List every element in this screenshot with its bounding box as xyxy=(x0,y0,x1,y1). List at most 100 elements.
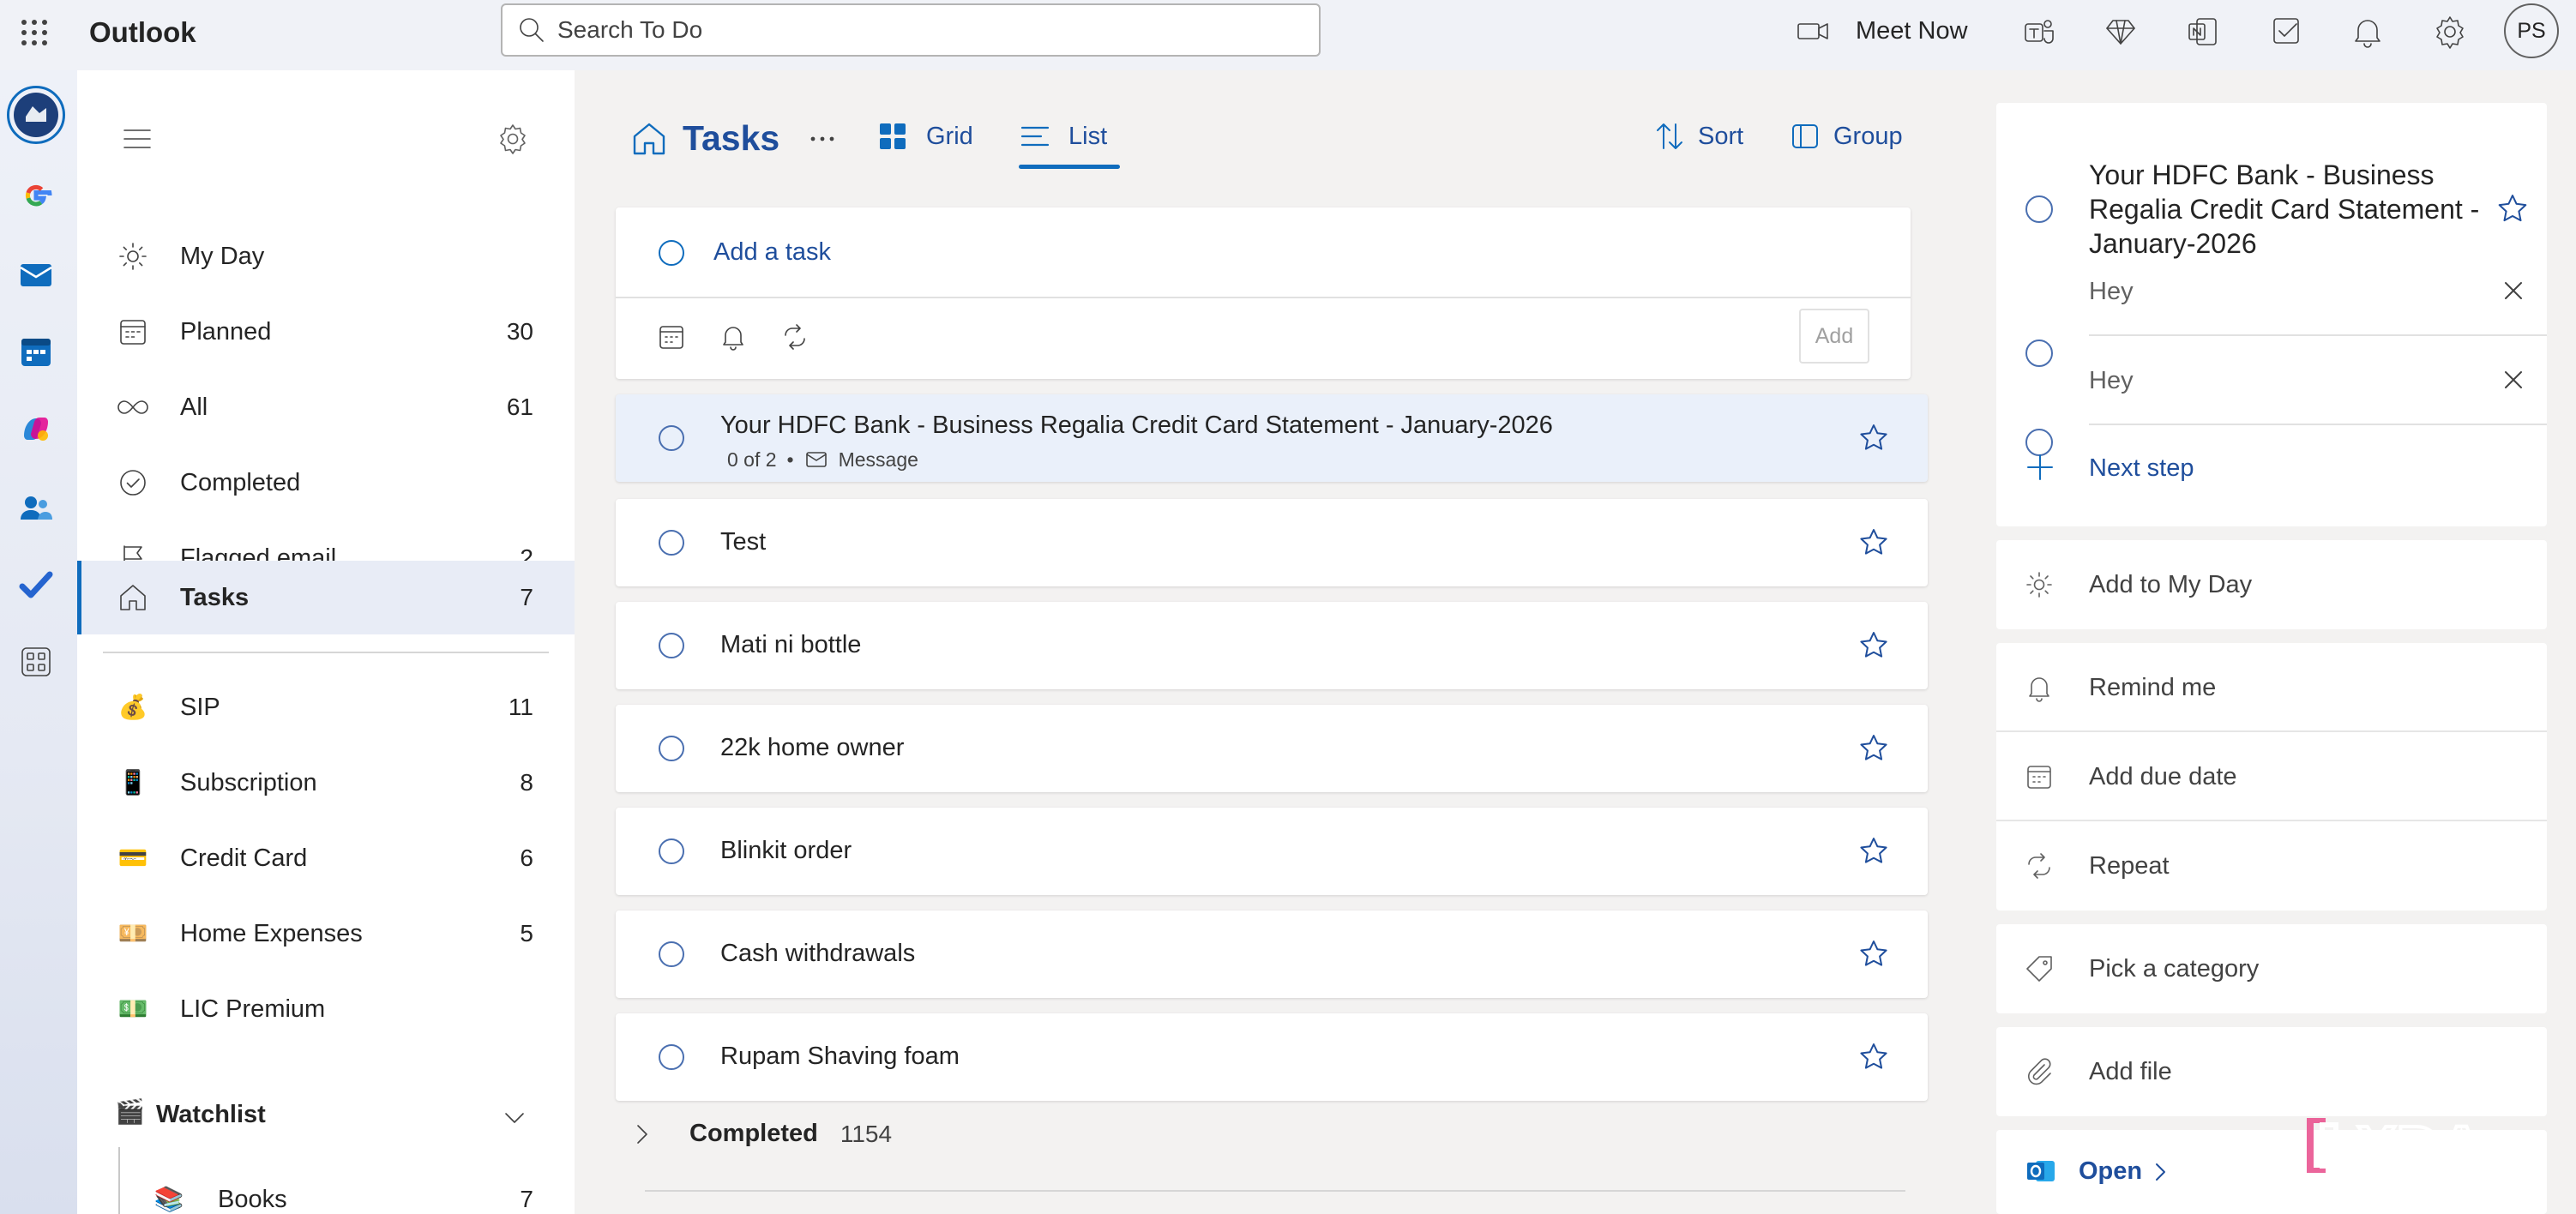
complete-task-circle-icon[interactable] xyxy=(657,940,686,969)
nav-item-credit-card[interactable]: 💳 Credit Card 6 xyxy=(77,821,575,895)
star-icon[interactable] xyxy=(1857,938,1890,971)
file-card[interactable]: Add file xyxy=(1996,1027,2547,1116)
add-due-date-button[interactable]: Add due date xyxy=(1996,732,2547,821)
rail-todo-icon[interactable] xyxy=(17,566,55,604)
complete-task-circle-icon[interactable] xyxy=(657,734,686,763)
star-icon[interactable] xyxy=(2495,192,2530,226)
hamburger-menu-icon[interactable] xyxy=(120,122,154,156)
nav-item-subscription[interactable]: 📱 Subscription 8 xyxy=(77,746,575,820)
sort-button[interactable]: Sort xyxy=(1653,120,1743,153)
reminder-bell-icon[interactable] xyxy=(719,322,748,352)
search-input[interactable] xyxy=(557,16,1295,44)
add-to-my-day-card[interactable]: Add to My Day xyxy=(1996,540,2547,629)
nav-item-my-day[interactable]: My Day xyxy=(77,219,575,293)
list-settings-gear-icon[interactable] xyxy=(496,122,530,156)
task-row[interactable]: 22k home owner xyxy=(616,705,1928,792)
add-task-input[interactable]: Add a task xyxy=(713,238,831,267)
star-icon[interactable] xyxy=(1857,835,1890,868)
add-file-button[interactable]: Add file xyxy=(1996,1027,2547,1116)
group-button[interactable]: Group xyxy=(1789,120,1903,153)
notifications-bell-icon[interactable] xyxy=(2350,14,2386,50)
rail-mail-icon[interactable] xyxy=(17,255,55,293)
paperclip-icon xyxy=(2024,1056,2055,1087)
nav-item-tasks[interactable]: Tasks 7 xyxy=(77,561,575,634)
pick-category-button[interactable]: Pick a category xyxy=(1996,924,2547,1013)
pick-category-label: Pick a category xyxy=(2089,955,2260,983)
todo-notes-icon[interactable] xyxy=(2269,14,2305,50)
repeat-icon[interactable] xyxy=(780,322,810,352)
completed-label: Completed xyxy=(689,1120,818,1147)
nav-item-completed[interactable]: Completed xyxy=(77,446,575,520)
completed-section-toggle[interactable]: Completed 1154 xyxy=(629,1120,892,1148)
rail-google-icon[interactable] xyxy=(17,177,55,214)
task-row[interactable]: Cash withdrawals xyxy=(616,910,1928,998)
nav-item-lic-premium[interactable]: 💵 LIC Premium xyxy=(77,972,575,1046)
complete-task-circle-icon[interactable] xyxy=(657,1043,686,1072)
star-icon[interactable] xyxy=(1857,629,1890,662)
complete-task-circle-icon[interactable] xyxy=(657,528,686,557)
detail-task-title[interactable]: Your HDFC Bank - Business Regalia Credit… xyxy=(2089,158,2483,261)
sun-icon xyxy=(117,240,149,273)
close-icon[interactable] xyxy=(2499,276,2528,305)
complete-task-circle-icon[interactable] xyxy=(657,424,686,453)
complete-task-circle-icon[interactable] xyxy=(657,837,686,866)
mail-envelope-icon xyxy=(804,448,828,472)
close-icon[interactable] xyxy=(2499,365,2528,394)
app-launcher-icon[interactable] xyxy=(17,15,51,50)
rail-calendar-icon[interactable] xyxy=(17,333,55,370)
diamond-icon[interactable] xyxy=(2103,14,2139,50)
nav-item-label: Home Expenses xyxy=(180,919,363,947)
complete-task-circle-icon[interactable] xyxy=(657,631,686,660)
task-row[interactable]: Test xyxy=(616,499,1928,586)
onenote-icon[interactable] xyxy=(2185,14,2221,50)
task-row[interactable]: Mati ni bottle xyxy=(616,602,1928,689)
remind-me-button[interactable]: Remind me xyxy=(1996,643,2547,732)
settings-gear-icon[interactable] xyxy=(2432,14,2468,50)
teams-icon[interactable] xyxy=(2022,14,2058,50)
chevron-down-icon[interactable] xyxy=(501,1104,528,1132)
star-icon[interactable] xyxy=(1857,732,1890,765)
task-row[interactable]: Blinkit order xyxy=(616,808,1928,895)
step-label[interactable]: Hey xyxy=(2089,367,2134,395)
nav-item-planned[interactable]: Planned 30 xyxy=(77,295,575,369)
more-options-icon[interactable] xyxy=(807,123,838,154)
nav-item-sip[interactable]: 💰 SIP 11 xyxy=(77,670,575,744)
group-watchlist[interactable]: 🎬 Watchlist xyxy=(77,1087,575,1147)
avatar[interactable]: PS xyxy=(2504,3,2559,58)
step-item[interactable]: Hey xyxy=(1996,336,2547,456)
add-file-label: Add file xyxy=(2089,1058,2172,1085)
star-icon[interactable] xyxy=(1857,526,1890,559)
repeat-button[interactable]: Repeat xyxy=(1996,821,2547,910)
search-icon xyxy=(516,15,547,45)
step-label[interactable]: Hey xyxy=(2089,278,2134,306)
due-date-calendar-icon[interactable] xyxy=(657,322,686,352)
home-icon xyxy=(629,119,669,159)
task-title: Mati ni bottle xyxy=(720,631,862,658)
calendar-icon xyxy=(117,316,149,348)
nav-item-books[interactable]: 📚 Books 7 xyxy=(94,1163,575,1214)
star-icon[interactable] xyxy=(1857,1041,1890,1073)
rail-copilot-icon[interactable] xyxy=(17,410,55,448)
meet-now-button[interactable]: Meet Now xyxy=(1796,12,1968,50)
rail-people-icon[interactable] xyxy=(17,489,55,526)
task-row[interactable]: Your HDFC Bank - Business Regalia Credit… xyxy=(616,394,1928,482)
add-next-step-button[interactable]: Next step xyxy=(1996,434,2547,502)
nav-item-home-expenses[interactable]: 💴 Home Expenses 5 xyxy=(77,897,575,971)
add-to-my-day-button[interactable]: Add to My Day xyxy=(1996,540,2547,629)
nav-divider xyxy=(103,652,549,653)
list-view-button[interactable]: List xyxy=(1019,120,1107,153)
nav-item-all[interactable]: All 61 xyxy=(77,370,575,444)
grid-view-button[interactable]: Grid xyxy=(876,120,973,153)
check-circle-icon xyxy=(117,466,149,499)
rail-viva-icon[interactable] xyxy=(7,86,65,144)
step-item[interactable]: Hey xyxy=(1996,247,2547,367)
task-title: Your HDFC Bank - Business Regalia Credit… xyxy=(720,412,1553,439)
add-task-button[interactable]: Add xyxy=(1799,309,1869,364)
category-card[interactable]: Pick a category xyxy=(1996,924,2547,1013)
complete-task-circle-icon[interactable] xyxy=(2024,194,2055,225)
rail-apps-icon[interactable] xyxy=(17,643,55,681)
task-row[interactable]: Rupam Shaving foam xyxy=(616,1013,1928,1101)
star-icon[interactable] xyxy=(1857,422,1890,454)
app-name[interactable]: Outlook xyxy=(89,15,196,50)
search-box[interactable] xyxy=(501,3,1321,57)
